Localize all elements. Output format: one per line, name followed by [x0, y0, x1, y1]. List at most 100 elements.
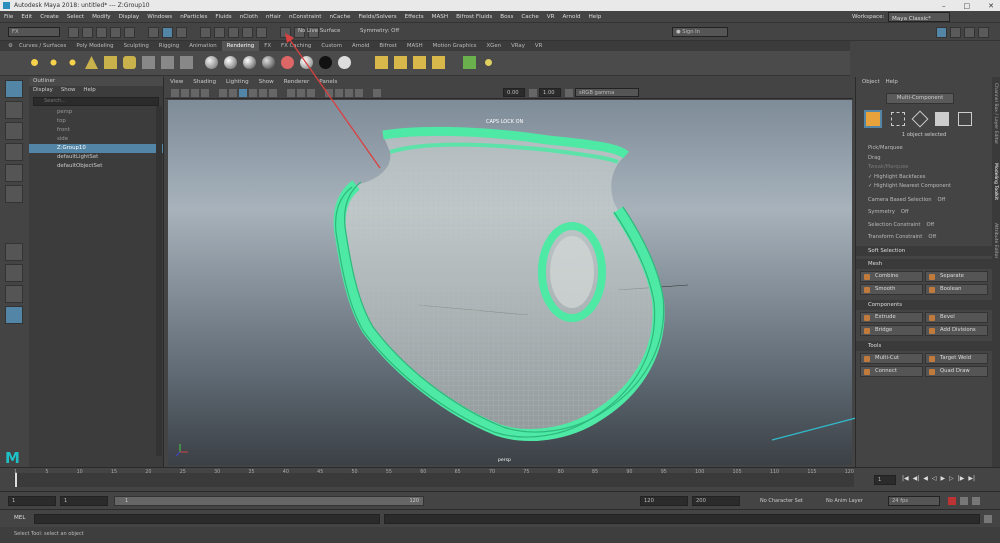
multi-component-button[interactable]: Multi-Component [886, 93, 954, 104]
time-tick: 25 [179, 470, 186, 475]
highlight-backfaces-label: Highlight Backfaces [874, 173, 926, 180]
symmetry-label: Symmetry [868, 209, 895, 215]
play-backward-icon[interactable]: ◁ [932, 475, 937, 482]
time-tick: 80 [557, 470, 564, 475]
step-forward-frame-icon[interactable]: ▷ [949, 475, 954, 482]
bevel-button[interactable]: Bevel [925, 311, 988, 323]
help-text: Select Tool: select an object [14, 531, 84, 537]
symmetry-row[interactable]: Symmetry Off [856, 208, 992, 218]
step-forward-key-icon[interactable]: |▶ [958, 475, 965, 482]
script-language-label[interactable]: MEL [14, 515, 25, 521]
annotation-overlay [285, 33, 940, 441]
selection-constraint-label: Selection Constraint [868, 221, 921, 228]
time-tick: 35 [248, 470, 255, 475]
attribute-editor-tab[interactable]: Attribute Editor [993, 223, 998, 258]
playback-end-field[interactable]: 120 [640, 496, 688, 506]
time-slider-track[interactable] [14, 473, 854, 487]
time-tick: 50 [351, 470, 358, 475]
components-section-header[interactable]: Components [856, 299, 992, 310]
toolkit-menu-object[interactable]: Object [862, 77, 880, 87]
red-arrow-line [289, 39, 381, 169]
separate-button[interactable]: Separate [925, 270, 988, 282]
drag-option[interactable]: Drag [856, 154, 992, 164]
time-tick: 15 [110, 470, 118, 475]
uv-mode-icon[interactable] [958, 112, 972, 126]
mesh-section-header[interactable]: Mesh [856, 258, 992, 269]
pick-marquee-option[interactable]: Pick/Marquee [856, 144, 992, 154]
bridge-button[interactable]: Bridge [860, 324, 923, 336]
smooth-button[interactable]: Smooth [860, 283, 923, 295]
selection-count: 1 object selected [901, 132, 947, 138]
add-divisions-button[interactable]: Add Divisions [925, 324, 988, 336]
time-tick: 20 [145, 470, 152, 475]
anim-prefs-icon[interactable] [960, 497, 968, 505]
help-line: Select Tool: select an object [0, 527, 1000, 543]
animation-end-field[interactable]: 200 [692, 496, 740, 506]
symmetry-value: Off [900, 209, 909, 215]
object-mode-icon[interactable] [864, 110, 882, 128]
channel-box-tab[interactable]: Channel Box / Layer Editor [993, 83, 998, 144]
script-editor-icon[interactable] [984, 515, 992, 523]
current-frame-field[interactable]: 1 [874, 475, 896, 485]
highlight-nearest-checkbox[interactable]: ✓ Highlight Nearest Component [856, 182, 992, 192]
time-tick: 30 [214, 470, 221, 475]
soft-selection-section[interactable]: Soft Selection [856, 245, 992, 256]
time-tick: 55 [385, 470, 392, 475]
command-input[interactable] [34, 514, 380, 524]
range-slider: 1 1 1 120 120 200 No Character Set No An… [0, 491, 1000, 509]
connect-button[interactable]: Connect [860, 365, 923, 377]
time-slider[interactable]: 1 5 10 15 20 25 30 35 40 45 50 55 60 65 … [0, 467, 1000, 491]
range-slider-end: 120 [409, 498, 419, 504]
command-line: MEL [0, 509, 1000, 527]
time-tick: 65 [454, 470, 461, 475]
transform-constraint-label: Transform Constraint [868, 234, 923, 240]
selection-constraint-row[interactable]: Selection Constraint Off [856, 221, 992, 231]
auto-key-icon[interactable] [948, 497, 956, 505]
extrude-button[interactable]: Extrude [860, 311, 923, 323]
step-back-frame-icon[interactable]: ◀ [923, 475, 928, 482]
modeling-toolkit-tab[interactable]: Modeling Toolkit [993, 163, 998, 200]
vertex-mode-icon[interactable] [891, 112, 905, 126]
time-tick: 110 [769, 470, 780, 475]
red-arrowhead-icon [285, 33, 294, 43]
transform-constraint-value: Off [928, 234, 937, 240]
animation-start-field[interactable]: 1 [8, 496, 56, 506]
edge-mode-icon[interactable] [911, 110, 929, 128]
go-to-start-icon[interactable]: |◀ [902, 475, 909, 482]
tweak-marquee-option[interactable]: Tweak/Marquee [856, 163, 992, 173]
go-to-end-icon[interactable]: ▶| [968, 475, 975, 482]
playback-speed-icon[interactable] [972, 497, 980, 505]
time-tick: 100 [695, 470, 705, 475]
quad-draw-button[interactable]: Quad Draw [925, 365, 988, 377]
range-slider-bar[interactable]: 1 120 [114, 496, 424, 506]
highlight-backfaces-checkbox[interactable]: ✓ Highlight Backfaces [856, 173, 992, 183]
time-tick: 40 [282, 470, 289, 475]
camera-based-selection-row[interactable]: Camera Based Selection Off [856, 196, 992, 206]
time-tick: 120 [844, 470, 854, 475]
fps-dropdown[interactable]: 24 fps [888, 496, 940, 506]
tools-section-header[interactable]: Tools [856, 340, 992, 351]
playback-start-field[interactable]: 1 [60, 496, 108, 506]
step-back-key-icon[interactable]: ◀| [913, 475, 920, 482]
target-weld-button[interactable]: Target Weld [925, 352, 988, 364]
combine-button[interactable]: Combine [860, 270, 923, 282]
time-tick: 95 [660, 470, 667, 475]
toolkit-menu-help[interactable]: Help [886, 77, 898, 87]
modeling-toolkit-panel: Object Help Multi-Component 1 object sel… [855, 77, 992, 467]
current-time-marker[interactable] [15, 473, 17, 487]
time-tick: 10 [76, 470, 83, 475]
play-forward-icon[interactable]: ▶ [941, 475, 946, 482]
time-tick: 70 [488, 470, 496, 475]
face-mode-icon[interactable] [935, 112, 949, 126]
time-tick: 45 [317, 470, 324, 475]
character-set-dropdown[interactable]: No Character Set [760, 498, 803, 504]
camera-based-label: Camera Based Selection [868, 196, 932, 203]
anim-layer-dropdown[interactable]: No Anim Layer [826, 498, 863, 504]
range-slider-start: 1 [125, 498, 129, 504]
boolean-button[interactable]: Boolean [925, 283, 988, 295]
time-tick: 90 [626, 470, 633, 475]
multi-cut-button[interactable]: Multi-Cut [860, 352, 923, 364]
transform-constraint-row[interactable]: Transform Constraint Off [856, 233, 992, 243]
time-tick: 85 [592, 470, 599, 475]
command-result [384, 514, 980, 524]
